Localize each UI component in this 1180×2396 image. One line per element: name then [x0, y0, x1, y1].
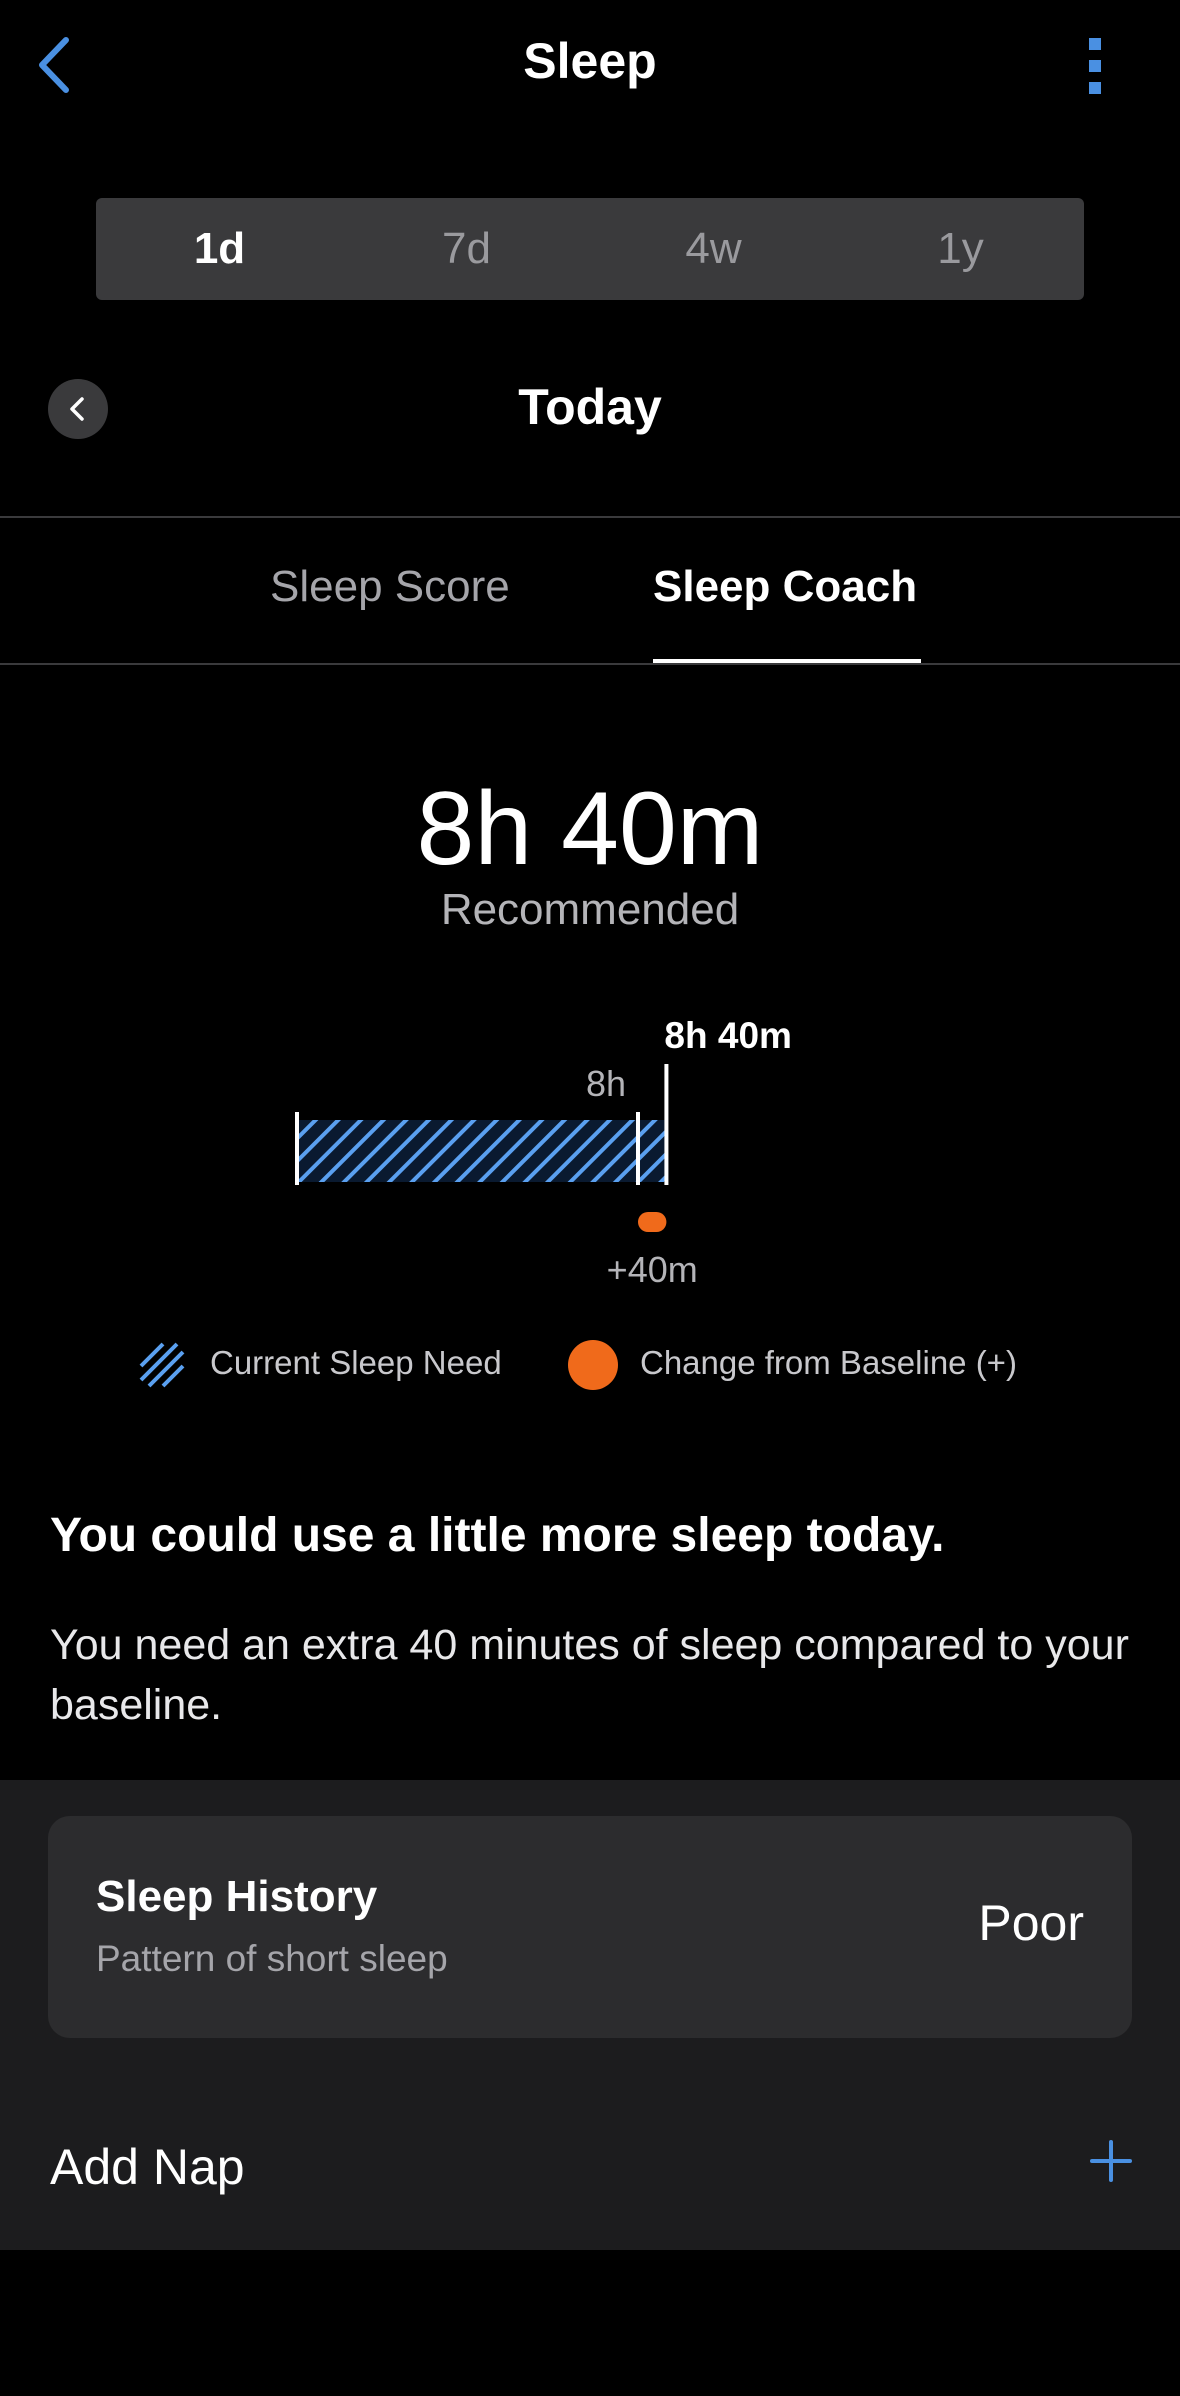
- sleep-need-chart: 8h 8h 40m +40m: [295, 1015, 792, 1290]
- more-button[interactable]: [1070, 34, 1122, 98]
- baseline-label: 8h: [586, 1063, 626, 1104]
- legend-current-sleep-need: Current Sleep Need: [210, 1344, 502, 1381]
- change-from-baseline-legend-dot: [568, 1340, 618, 1390]
- range-tab-1y[interactable]: 1y: [837, 198, 1084, 300]
- change-label: +40m: [607, 1249, 698, 1290]
- coach-headline: You could use a little more sleep today.: [50, 1509, 945, 1562]
- sleep-history-card[interactable]: Sleep History Pattern of short sleep Poo…: [48, 1816, 1132, 2038]
- more-vertical-icon: [1089, 38, 1101, 94]
- sleep-history-subtitle: Pattern of short sleep: [96, 1938, 448, 1979]
- recommended-sleep-value: 8h 40m: [416, 771, 764, 887]
- sleep-history-rating: Poor: [978, 1895, 1084, 1951]
- tab-sleep-score[interactable]: Sleep Score: [270, 562, 510, 612]
- range-tab-1d[interactable]: 1d: [96, 198, 343, 300]
- date-label: Today: [518, 379, 662, 435]
- sleep-history-title: Sleep History: [96, 1872, 378, 1921]
- recommended-label: 8h 40m: [664, 1015, 792, 1056]
- divider: [0, 516, 1180, 518]
- change-from-baseline-bar: [638, 1212, 667, 1232]
- current-sleep-need-legend-swatch: [139, 1342, 185, 1388]
- coach-message: You need an extra 40 minutes of sleep co…: [50, 1621, 1129, 1729]
- plus-icon[interactable]: [1080, 2130, 1142, 2192]
- current-sleep-need-bar: [297, 1120, 667, 1182]
- add-nap-label: Add Nap: [50, 2139, 245, 2195]
- range-tab-7d[interactable]: 7d: [343, 198, 590, 300]
- range-selector: 1d 7d 4w 1y: [96, 198, 1084, 300]
- tab-sleep-coach[interactable]: Sleep Coach: [653, 562, 917, 612]
- page-title: Sleep: [523, 33, 657, 89]
- divider: [0, 663, 1180, 665]
- legend-change-from-baseline: Change from Baseline (+): [640, 1344, 1017, 1381]
- range-tab-4w[interactable]: 4w: [590, 198, 837, 300]
- recommended-label: Recommended: [440, 885, 740, 934]
- add-nap-row[interactable]: Add Nap: [0, 2084, 1180, 2250]
